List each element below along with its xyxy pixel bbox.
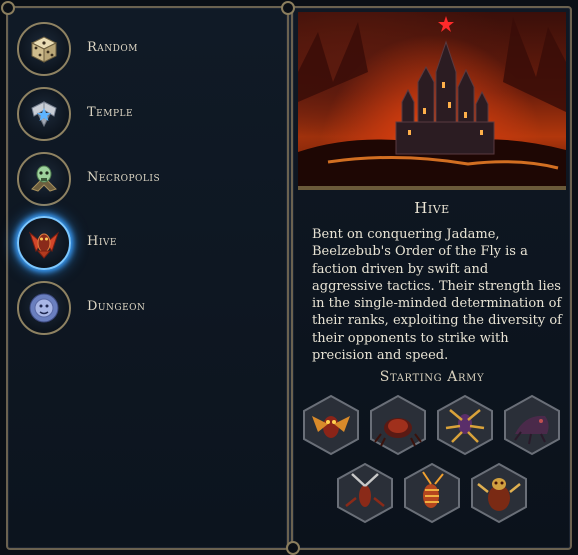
mantis-unit-icon[interactable] (334, 462, 396, 524)
crawler-unit-icon[interactable] (501, 394, 563, 456)
beetle-unit-icon[interactable] (367, 394, 429, 456)
fly-unit-icon[interactable] (300, 394, 362, 456)
queen-unit-icon[interactable] (468, 462, 530, 524)
spider-unit-icon[interactable] (434, 394, 496, 456)
frame-corner (286, 541, 300, 555)
frame-corner (281, 1, 295, 15)
faction-description: Bent on conquering Jadame, Beelzebub's O… (312, 227, 562, 364)
faction-item-hive[interactable]: Hive (17, 216, 267, 272)
faction-label: Hive (87, 234, 117, 249)
starting-army-heading: Starting Army (379, 369, 485, 385)
faction-item-dungeon[interactable]: Dungeon (17, 281, 267, 337)
faction-banner-image (298, 12, 566, 190)
faction-item-random[interactable]: Random (17, 22, 267, 78)
hive-insect-icon (17, 216, 71, 270)
faction-label: Necropolis (87, 170, 161, 185)
faction-item-temple[interactable]: Temple (17, 87, 267, 143)
faction-label: Temple (87, 105, 134, 120)
temple-wings-icon (17, 87, 71, 141)
dungeon-lion-icon (17, 281, 71, 335)
faction-label: Random (87, 40, 138, 55)
faction-item-necropolis[interactable]: Necropolis (17, 152, 267, 208)
faction-title: Hive (414, 199, 450, 217)
wasp-unit-icon[interactable] (401, 462, 463, 524)
frame-corner (1, 1, 15, 15)
faction-label: Dungeon (87, 299, 146, 314)
dice-icon (17, 22, 71, 76)
necropolis-skull-icon (17, 152, 71, 206)
panel-divider (289, 6, 291, 550)
